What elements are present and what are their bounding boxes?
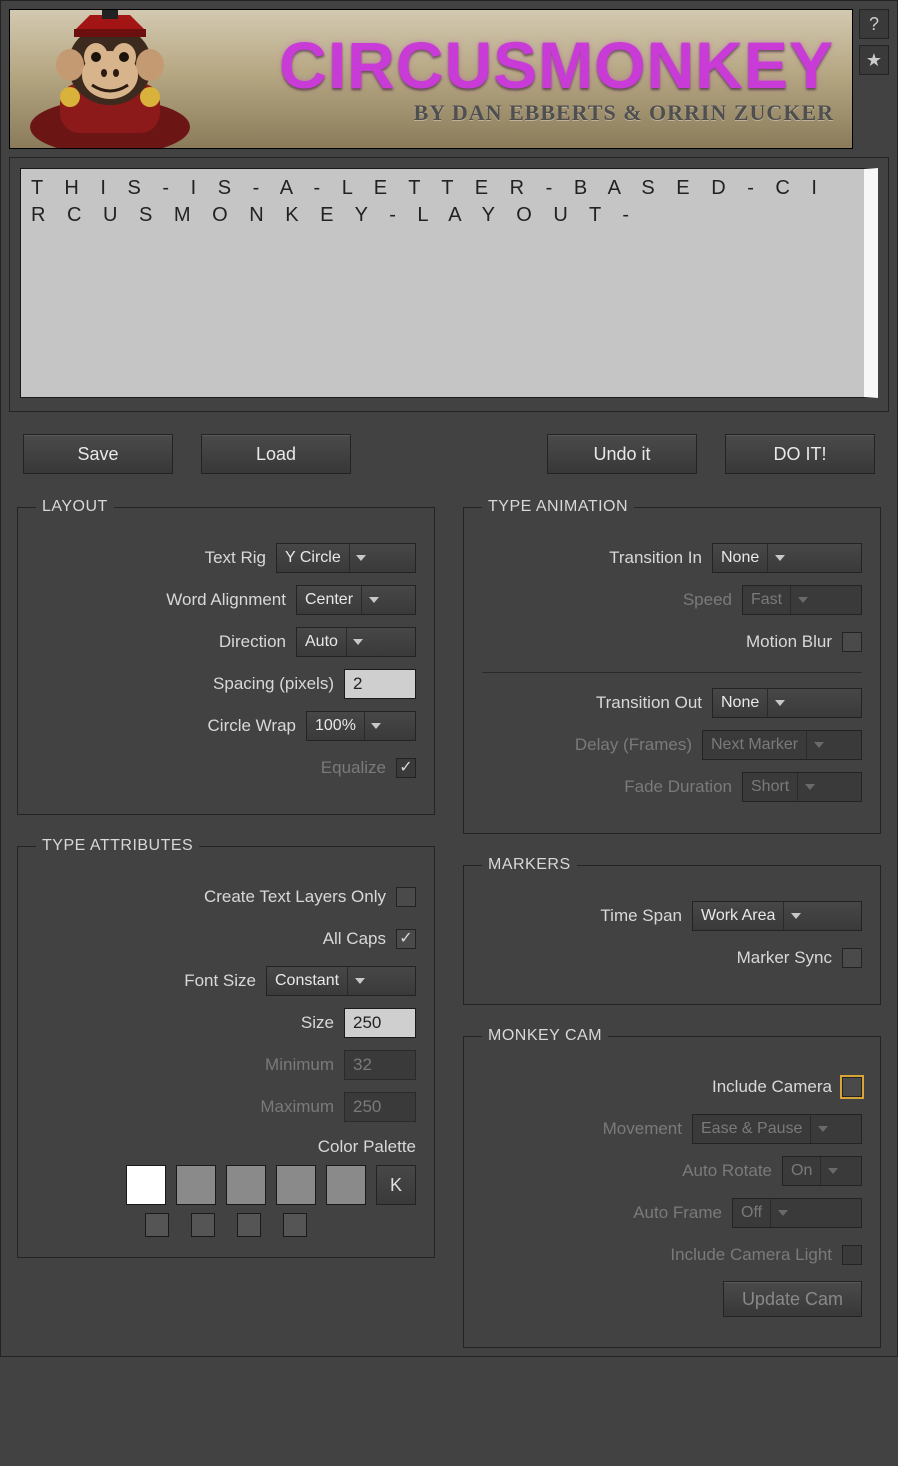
swatch-3[interactable] bbox=[226, 1165, 266, 1205]
size-input[interactable] bbox=[344, 1008, 416, 1038]
create-text-layers-checkbox[interactable] bbox=[396, 887, 416, 907]
motion-blur-label: Motion Blur bbox=[746, 632, 832, 652]
spacing-label: Spacing (pixels) bbox=[213, 674, 334, 694]
banner-text: CIRCUSMONKEY BY DAN EBBERTS & ORRIN ZUCK… bbox=[210, 32, 852, 126]
minimum-label: Minimum bbox=[265, 1055, 334, 1075]
spacing-input[interactable] bbox=[344, 669, 416, 699]
doit-button[interactable]: DO IT! bbox=[725, 434, 875, 474]
include-camera-label: Include Camera bbox=[712, 1077, 832, 1097]
all-caps-checkbox[interactable] bbox=[396, 929, 416, 949]
color-palette-label: Color Palette bbox=[36, 1137, 416, 1157]
swatch-sm-1[interactable] bbox=[145, 1213, 169, 1237]
all-caps-label: All Caps bbox=[323, 929, 386, 949]
color-palette-row-2 bbox=[36, 1213, 416, 1237]
banner: CIRCUSMONKEY BY DAN EBBERTS & ORRIN ZUCK… bbox=[9, 9, 853, 149]
banner-title: CIRCUSMONKEY bbox=[210, 32, 834, 98]
transition-in-select[interactable]: None bbox=[712, 543, 862, 573]
equalize-checkbox bbox=[396, 758, 416, 778]
fade-label: Fade Duration bbox=[624, 777, 732, 797]
maximum-label: Maximum bbox=[260, 1097, 334, 1117]
delay-select: Next Marker bbox=[702, 730, 862, 760]
help-button[interactable]: ? bbox=[859, 9, 889, 39]
markers-legend: MARKERS bbox=[482, 856, 577, 874]
help-icon: ? bbox=[869, 14, 879, 35]
word-alignment-select[interactable]: Center bbox=[296, 585, 416, 615]
speed-select: Fast bbox=[742, 585, 862, 615]
include-light-label: Include Camera Light bbox=[670, 1245, 832, 1265]
fade-select: Short bbox=[742, 772, 862, 802]
type-animation-fieldset: TYPE ANIMATION Transition In None Speed … bbox=[463, 498, 881, 834]
maximum-input bbox=[344, 1092, 416, 1122]
update-cam-button: Update Cam bbox=[723, 1281, 862, 1317]
monkey-illustration bbox=[10, 9, 210, 149]
delay-label: Delay (Frames) bbox=[575, 735, 692, 755]
type-animation-legend: TYPE ANIMATION bbox=[482, 498, 634, 516]
auto-frame-select: Off bbox=[732, 1198, 862, 1228]
layout-fieldset: LAYOUT Text Rig Y Circle Word Alignment … bbox=[17, 498, 435, 815]
swatch-5[interactable] bbox=[326, 1165, 366, 1205]
equalize-label: Equalize bbox=[321, 758, 386, 778]
action-button-row: Save Load Undo it DO IT! bbox=[9, 434, 889, 498]
layout-legend: LAYOUT bbox=[36, 498, 114, 516]
favorite-button[interactable]: ★ bbox=[859, 45, 889, 75]
font-size-label: Font Size bbox=[184, 971, 256, 991]
save-button[interactable]: Save bbox=[23, 434, 173, 474]
auto-rotate-select: On bbox=[782, 1156, 862, 1186]
text-input[interactable] bbox=[20, 168, 878, 398]
auto-frame-label: Auto Frame bbox=[633, 1203, 722, 1223]
minimum-input bbox=[344, 1050, 416, 1080]
text-rig-select[interactable]: Y Circle bbox=[276, 543, 416, 573]
auto-rotate-label: Auto Rotate bbox=[682, 1161, 772, 1181]
swatch-sm-3[interactable] bbox=[237, 1213, 261, 1237]
marker-sync-checkbox[interactable] bbox=[842, 948, 862, 968]
swatch-sm-4[interactable] bbox=[283, 1213, 307, 1237]
header-row: CIRCUSMONKEY BY DAN EBBERTS & ORRIN ZUCK… bbox=[9, 9, 889, 149]
circle-wrap-select[interactable]: 100% bbox=[306, 711, 416, 741]
size-label: Size bbox=[301, 1013, 334, 1033]
transition-out-label: Transition Out bbox=[596, 693, 702, 713]
time-span-label: Time Span bbox=[600, 906, 682, 926]
marker-sync-label: Marker Sync bbox=[737, 948, 832, 968]
type-attributes-legend: TYPE ATTRIBUTES bbox=[36, 837, 199, 855]
movement-label: Movement bbox=[603, 1119, 682, 1139]
include-camera-checkbox[interactable] bbox=[842, 1077, 862, 1097]
markers-fieldset: MARKERS Time Span Work Area Marker Sync bbox=[463, 856, 881, 1005]
divider bbox=[482, 672, 862, 673]
transition-in-label: Transition In bbox=[609, 548, 702, 568]
banner-subtitle: BY DAN EBBERTS & ORRIN ZUCKER bbox=[210, 100, 834, 126]
direction-label: Direction bbox=[219, 632, 286, 652]
direction-select[interactable]: Auto bbox=[296, 627, 416, 657]
circle-wrap-label: Circle Wrap bbox=[208, 716, 296, 736]
text-editor-container bbox=[9, 157, 889, 412]
movement-select: Ease & Pause bbox=[692, 1114, 862, 1144]
motion-blur-checkbox[interactable] bbox=[842, 632, 862, 652]
circusmonkey-panel: CIRCUSMONKEY BY DAN EBBERTS & ORRIN ZUCK… bbox=[0, 0, 898, 1357]
text-rig-label: Text Rig bbox=[205, 548, 266, 568]
time-span-select[interactable]: Work Area bbox=[692, 901, 862, 931]
swatch-4[interactable] bbox=[276, 1165, 316, 1205]
word-alignment-label: Word Alignment bbox=[166, 590, 286, 610]
undo-button[interactable]: Undo it bbox=[547, 434, 697, 474]
speed-label: Speed bbox=[683, 590, 732, 610]
star-icon: ★ bbox=[866, 50, 882, 71]
create-text-layers-label: Create Text Layers Only bbox=[204, 887, 386, 907]
monkey-cam-fieldset: MONKEY CAM Include Camera Movement Ease … bbox=[463, 1027, 881, 1348]
swatch-2[interactable] bbox=[176, 1165, 216, 1205]
load-button[interactable]: Load bbox=[201, 434, 351, 474]
type-attributes-fieldset: TYPE ATTRIBUTES Create Text Layers Only … bbox=[17, 837, 435, 1258]
swatch-sm-2[interactable] bbox=[191, 1213, 215, 1237]
transition-out-select[interactable]: None bbox=[712, 688, 862, 718]
include-light-checkbox bbox=[842, 1245, 862, 1265]
swatch-1[interactable] bbox=[126, 1165, 166, 1205]
monkey-cam-legend: MONKEY CAM bbox=[482, 1027, 608, 1045]
kuler-button[interactable]: K bbox=[376, 1165, 416, 1205]
color-palette-row: K bbox=[36, 1165, 416, 1205]
font-size-mode-select[interactable]: Constant bbox=[266, 966, 416, 996]
